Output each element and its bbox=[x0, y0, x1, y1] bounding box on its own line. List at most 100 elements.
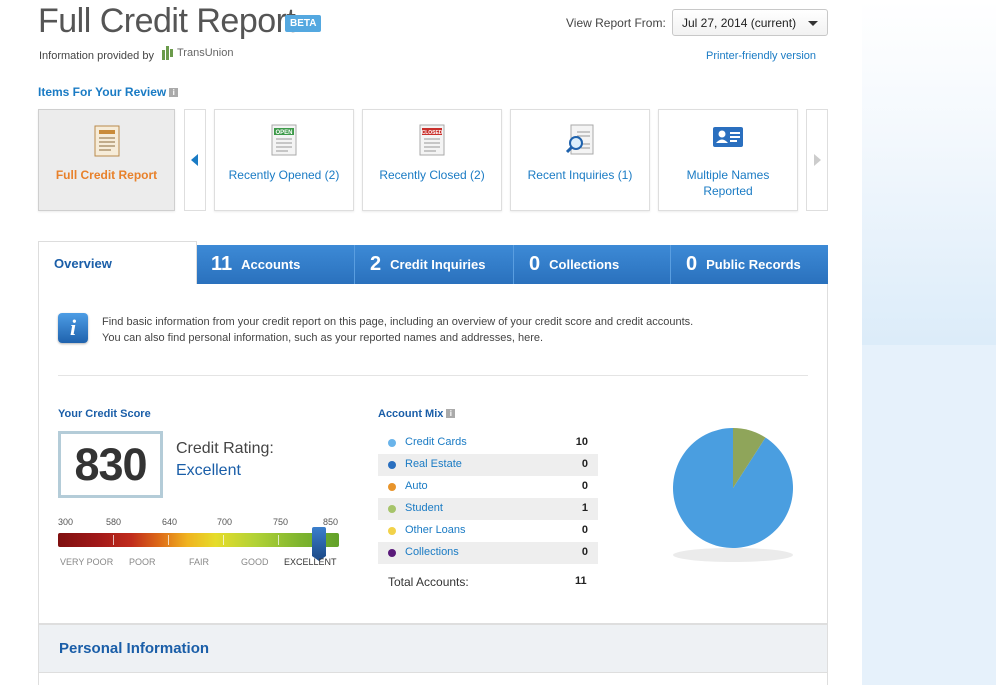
tab-public-records[interactable]: 0 Public Records bbox=[671, 245, 828, 284]
scale-word: FAIR bbox=[189, 557, 210, 567]
beta-badge: BETA bbox=[285, 15, 322, 32]
id-card-icon bbox=[712, 124, 744, 155]
account-count: 0 bbox=[581, 546, 588, 558]
divider bbox=[58, 375, 808, 376]
account-type: Credit Cards bbox=[405, 436, 467, 448]
card-label: Recently Opened (2) bbox=[228, 168, 340, 182]
total-accounts-value: 11 bbox=[575, 575, 587, 587]
card-label: Multiple Names Reported bbox=[686, 168, 770, 198]
legend-dot bbox=[388, 439, 396, 447]
account-count: 0 bbox=[581, 480, 588, 492]
score-marker bbox=[311, 527, 326, 561]
tab-label: Overview bbox=[54, 255, 112, 271]
account-mix-row[interactable]: Other Loans 0 bbox=[378, 520, 598, 542]
tab-accounts[interactable]: 11 Accounts bbox=[196, 245, 355, 284]
account-mix-title-text: Account Mix bbox=[378, 408, 444, 420]
scale-number: 640 bbox=[162, 517, 178, 527]
page-title: Full Credit Report bbox=[38, 2, 296, 40]
card-label: Recent Inquiries (1) bbox=[527, 168, 633, 182]
credit-score-title: Your Credit Score bbox=[58, 408, 151, 420]
account-mix-row[interactable]: Collections 0 bbox=[378, 542, 598, 564]
tab-count: 11 bbox=[211, 253, 233, 275]
page: Full Credit Report BETA Information prov… bbox=[0, 0, 996, 685]
credit-rating-value: Excellent bbox=[176, 462, 241, 479]
svg-text:CLOSED: CLOSED bbox=[422, 130, 443, 136]
overview-description: Find basic information from your credit … bbox=[102, 314, 802, 346]
tab-credit-inquiries[interactable]: 2 Credit Inquiries bbox=[355, 245, 514, 284]
card-label: Recently Closed (2) bbox=[379, 168, 485, 182]
account-mix-row[interactable]: Credit Cards 10 bbox=[378, 432, 598, 454]
closed-doc-icon: CLOSED bbox=[419, 124, 445, 161]
card-label: Full Credit Report bbox=[55, 168, 158, 182]
info-icon[interactable]: i bbox=[169, 88, 179, 97]
scale-number: 300 bbox=[58, 517, 74, 527]
credit-score-gauge bbox=[58, 533, 339, 547]
scale-number: 850 bbox=[323, 517, 339, 527]
tab-collections[interactable]: 0 Collections bbox=[514, 245, 671, 284]
description-line: You can also find personal information, … bbox=[102, 332, 544, 344]
provided-by-text: Information provided by bbox=[39, 50, 154, 62]
arrow-left-icon bbox=[191, 154, 198, 166]
scale-number: 750 bbox=[273, 517, 289, 527]
legend-dot bbox=[388, 483, 396, 491]
account-type: Collections bbox=[405, 546, 459, 558]
credit-score-value: 830 bbox=[58, 431, 163, 498]
account-mix-row[interactable]: Student 1 bbox=[378, 498, 598, 520]
view-report-label: View Report From: bbox=[566, 16, 666, 30]
legend-dot bbox=[388, 461, 396, 469]
open-doc-icon: OPEN bbox=[271, 124, 297, 161]
account-count: 0 bbox=[581, 458, 588, 470]
personal-information-title: Personal Information bbox=[59, 640, 210, 657]
scale-word: EXCELLENT bbox=[284, 557, 337, 567]
right-band-bg bbox=[862, 345, 996, 685]
account-type: Real Estate bbox=[405, 458, 462, 470]
tab-count: 0 bbox=[686, 253, 698, 275]
pie-shadow bbox=[673, 548, 793, 562]
account-mix-title: Account Mix i bbox=[378, 408, 456, 420]
scale-number: 580 bbox=[106, 517, 122, 527]
report-date-value: Jul 27, 2014 (current) bbox=[682, 16, 797, 30]
legend-dot bbox=[388, 527, 396, 535]
printer-friendly-link[interactable]: Printer-friendly version bbox=[706, 50, 816, 62]
tab-label: Credit Inquiries bbox=[390, 257, 486, 272]
info-icon: i bbox=[58, 313, 88, 343]
card-full-credit-report[interactable]: Full Credit Report bbox=[38, 109, 175, 211]
total-accounts-label: Total Accounts: bbox=[388, 575, 469, 589]
report-doc-icon bbox=[93, 124, 121, 163]
arrow-right-icon bbox=[814, 154, 821, 166]
report-date-select[interactable]: Jul 27, 2014 (current) bbox=[672, 9, 828, 36]
tab-label: Collections bbox=[549, 257, 620, 272]
personal-information-section[interactable]: Personal Information bbox=[38, 624, 828, 673]
carousel-prev-button[interactable] bbox=[184, 109, 206, 211]
scale-word: GOOD bbox=[241, 557, 269, 567]
review-section-title: Items For Your Review i bbox=[38, 85, 179, 99]
account-type: Other Loans bbox=[405, 524, 466, 536]
magnifier-doc-icon bbox=[565, 124, 595, 161]
card-recently-closed[interactable]: CLOSED Recently Closed (2) bbox=[362, 109, 502, 211]
tab-label: Public Records bbox=[706, 257, 801, 272]
provider-name: TransUnion bbox=[177, 47, 234, 59]
card-recently-opened[interactable]: OPEN Recently Opened (2) bbox=[214, 109, 354, 211]
account-count: 10 bbox=[575, 436, 588, 448]
tab-overview[interactable]: Overview bbox=[38, 241, 197, 284]
tab-count: 0 bbox=[529, 253, 541, 275]
chevron-down-icon bbox=[808, 21, 818, 26]
bottom-panel-edge bbox=[38, 673, 828, 685]
tab-count: 2 bbox=[370, 253, 382, 275]
account-type: Student bbox=[405, 502, 443, 514]
scale-word: POOR bbox=[129, 557, 156, 567]
info-icon[interactable]: i bbox=[446, 409, 456, 418]
account-mix-row[interactable]: Auto 0 bbox=[378, 476, 598, 498]
card-recent-inquiries[interactable]: Recent Inquiries (1) bbox=[510, 109, 650, 211]
description-line: Find basic information from your credit … bbox=[102, 316, 694, 328]
carousel-next-button[interactable] bbox=[806, 109, 828, 211]
credit-rating-label: Credit Rating: bbox=[176, 440, 274, 457]
report-tabs: 11 Accounts 2 Credit Inquiries 0 Collect… bbox=[38, 241, 828, 284]
account-mix-row[interactable]: Real Estate 0 bbox=[378, 454, 598, 476]
card-multiple-names[interactable]: Multiple Names Reported bbox=[658, 109, 798, 211]
account-mix-pie-chart bbox=[673, 428, 793, 562]
scale-word: VERY POOR bbox=[60, 557, 114, 567]
transunion-logo: TransUnion bbox=[162, 46, 233, 60]
account-count: 0 bbox=[581, 524, 588, 536]
tab-label: Accounts bbox=[241, 257, 301, 272]
